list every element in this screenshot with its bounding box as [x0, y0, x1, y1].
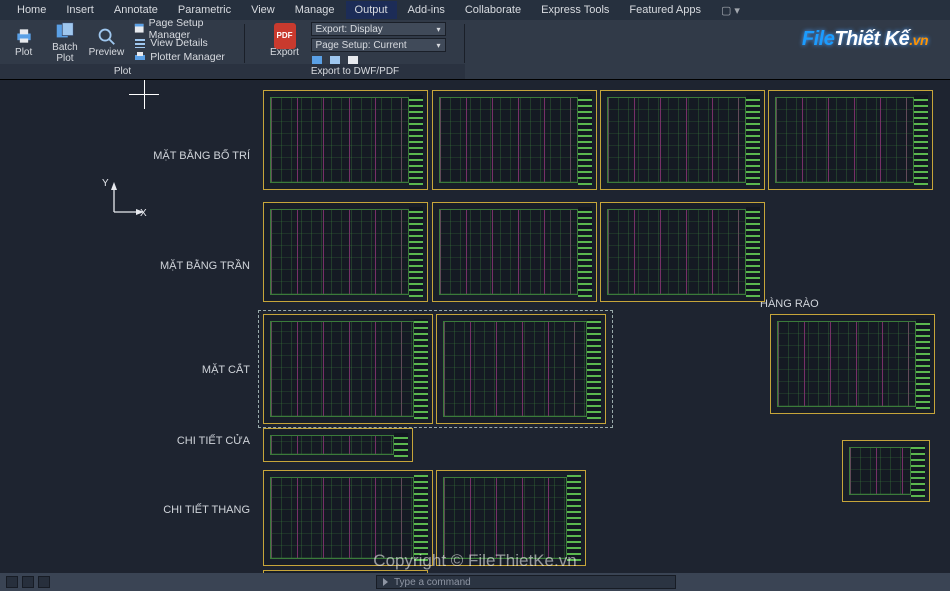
model-layout-tabs[interactable]	[6, 576, 50, 588]
row-label-ceiling: MẶT BẰNG TRẦN	[80, 260, 250, 272]
command-prompt-icon	[383, 578, 388, 586]
panel-plot: Plot Batch Plot Preview Page S	[0, 20, 245, 79]
command-input[interactable]: Type a command	[376, 575, 676, 589]
drawing-sheet[interactable]	[263, 90, 428, 190]
panel-export: PDF Export Export: Display ▾ Page Setup:…	[245, 20, 465, 79]
tab-insert[interactable]: Insert	[57, 1, 103, 19]
plotter-manager-label: Plotter Manager	[150, 51, 225, 63]
row-label-fence: HÀNG RÀO	[760, 298, 930, 310]
printer-icon	[13, 25, 35, 47]
tab-manage[interactable]: Manage	[286, 1, 344, 19]
plot-label: Plot	[15, 48, 32, 59]
drawing-sheet[interactable]	[432, 90, 597, 190]
row-label-stair-detail: CHI TIẾT THANG	[80, 504, 250, 516]
command-bar: Type a command	[0, 573, 950, 591]
drawing-sheet[interactable]	[600, 90, 765, 190]
page-setup-icon	[134, 23, 144, 35]
plotter-manager-button[interactable]: Plotter Manager	[130, 50, 239, 63]
drawing-sheet[interactable]	[432, 202, 597, 302]
site-watermark-logo: FileThiết Kế.vn	[802, 28, 928, 51]
row-label-floorplan: MẶT BẰNG BỐ TRÍ	[80, 150, 250, 162]
preview-button[interactable]: Preview	[89, 22, 125, 62]
tab-featured-apps[interactable]: Featured Apps	[620, 1, 710, 19]
export-button[interactable]: PDF Export	[265, 22, 305, 62]
tab-addins[interactable]: Add-ins	[399, 1, 454, 19]
drawing-sheet[interactable]	[263, 470, 433, 566]
batch-plot-button[interactable]: Batch Plot	[47, 22, 82, 62]
view-details-icon	[134, 37, 146, 49]
preview-label: Preview	[89, 48, 125, 59]
preview-icon	[95, 25, 117, 47]
drawing-sheet[interactable]	[436, 314, 606, 424]
panel-plot-title: Plot	[0, 64, 245, 79]
page-setup-manager-button[interactable]: Page Setup Manager	[130, 22, 239, 35]
drawing-sheet[interactable]	[436, 470, 586, 566]
drawing-sheet[interactable]	[263, 202, 428, 302]
drawing-sheet[interactable]	[263, 314, 433, 424]
ucs-x-label: X	[140, 208, 147, 219]
panel-export-title: Export to DWF/PDF	[245, 64, 465, 79]
batch-plot-label: Batch Plot	[52, 43, 78, 64]
chevron-down-icon: ▾	[436, 25, 440, 34]
row-label-door-detail: CHI TIẾT CỬA	[80, 435, 250, 447]
export-label: Export	[270, 48, 299, 59]
drawing-canvas[interactable]: Y X MẶT BẰNG BỐ TRÍ MẶT BẰNG TRẦN MẶT CẮ…	[0, 80, 950, 573]
batch-plot-icon	[54, 20, 76, 42]
drawing-sheet[interactable]	[600, 202, 765, 302]
tab-collaborate[interactable]: Collaborate	[456, 1, 530, 19]
tab-express-tools[interactable]: Express Tools	[532, 1, 618, 19]
pdf-icon: PDF	[274, 25, 296, 47]
page-setup-dropdown[interactable]: Page Setup: Current ▾	[311, 38, 446, 52]
tab-output[interactable]: Output	[346, 1, 397, 19]
tab-overflow[interactable]: ▢ ▾	[712, 1, 749, 20]
row-label-section: MẶT CẮT	[80, 364, 250, 376]
plotter-manager-icon	[134, 51, 146, 63]
ucs-y-label: Y	[102, 178, 109, 189]
tab-view[interactable]: View	[242, 1, 284, 19]
drawing-sheet[interactable]	[842, 440, 930, 502]
tab-home[interactable]: Home	[8, 1, 55, 19]
drawing-sheet[interactable]	[263, 428, 413, 462]
export-type-dropdown[interactable]: Export: Display ▾	[311, 22, 446, 36]
chevron-down-icon: ▾	[436, 41, 440, 50]
plot-button[interactable]: Plot	[6, 22, 41, 62]
drawing-sheet[interactable]	[768, 90, 933, 190]
view-details-button[interactable]: View Details	[130, 36, 239, 49]
drawing-sheet[interactable]	[770, 314, 935, 414]
view-details-label: View Details	[150, 37, 208, 49]
ucs-icon: Y X	[106, 180, 146, 223]
command-placeholder: Type a command	[394, 577, 471, 588]
menu-tabs: Home Insert Annotate Parametric View Man…	[0, 0, 950, 20]
